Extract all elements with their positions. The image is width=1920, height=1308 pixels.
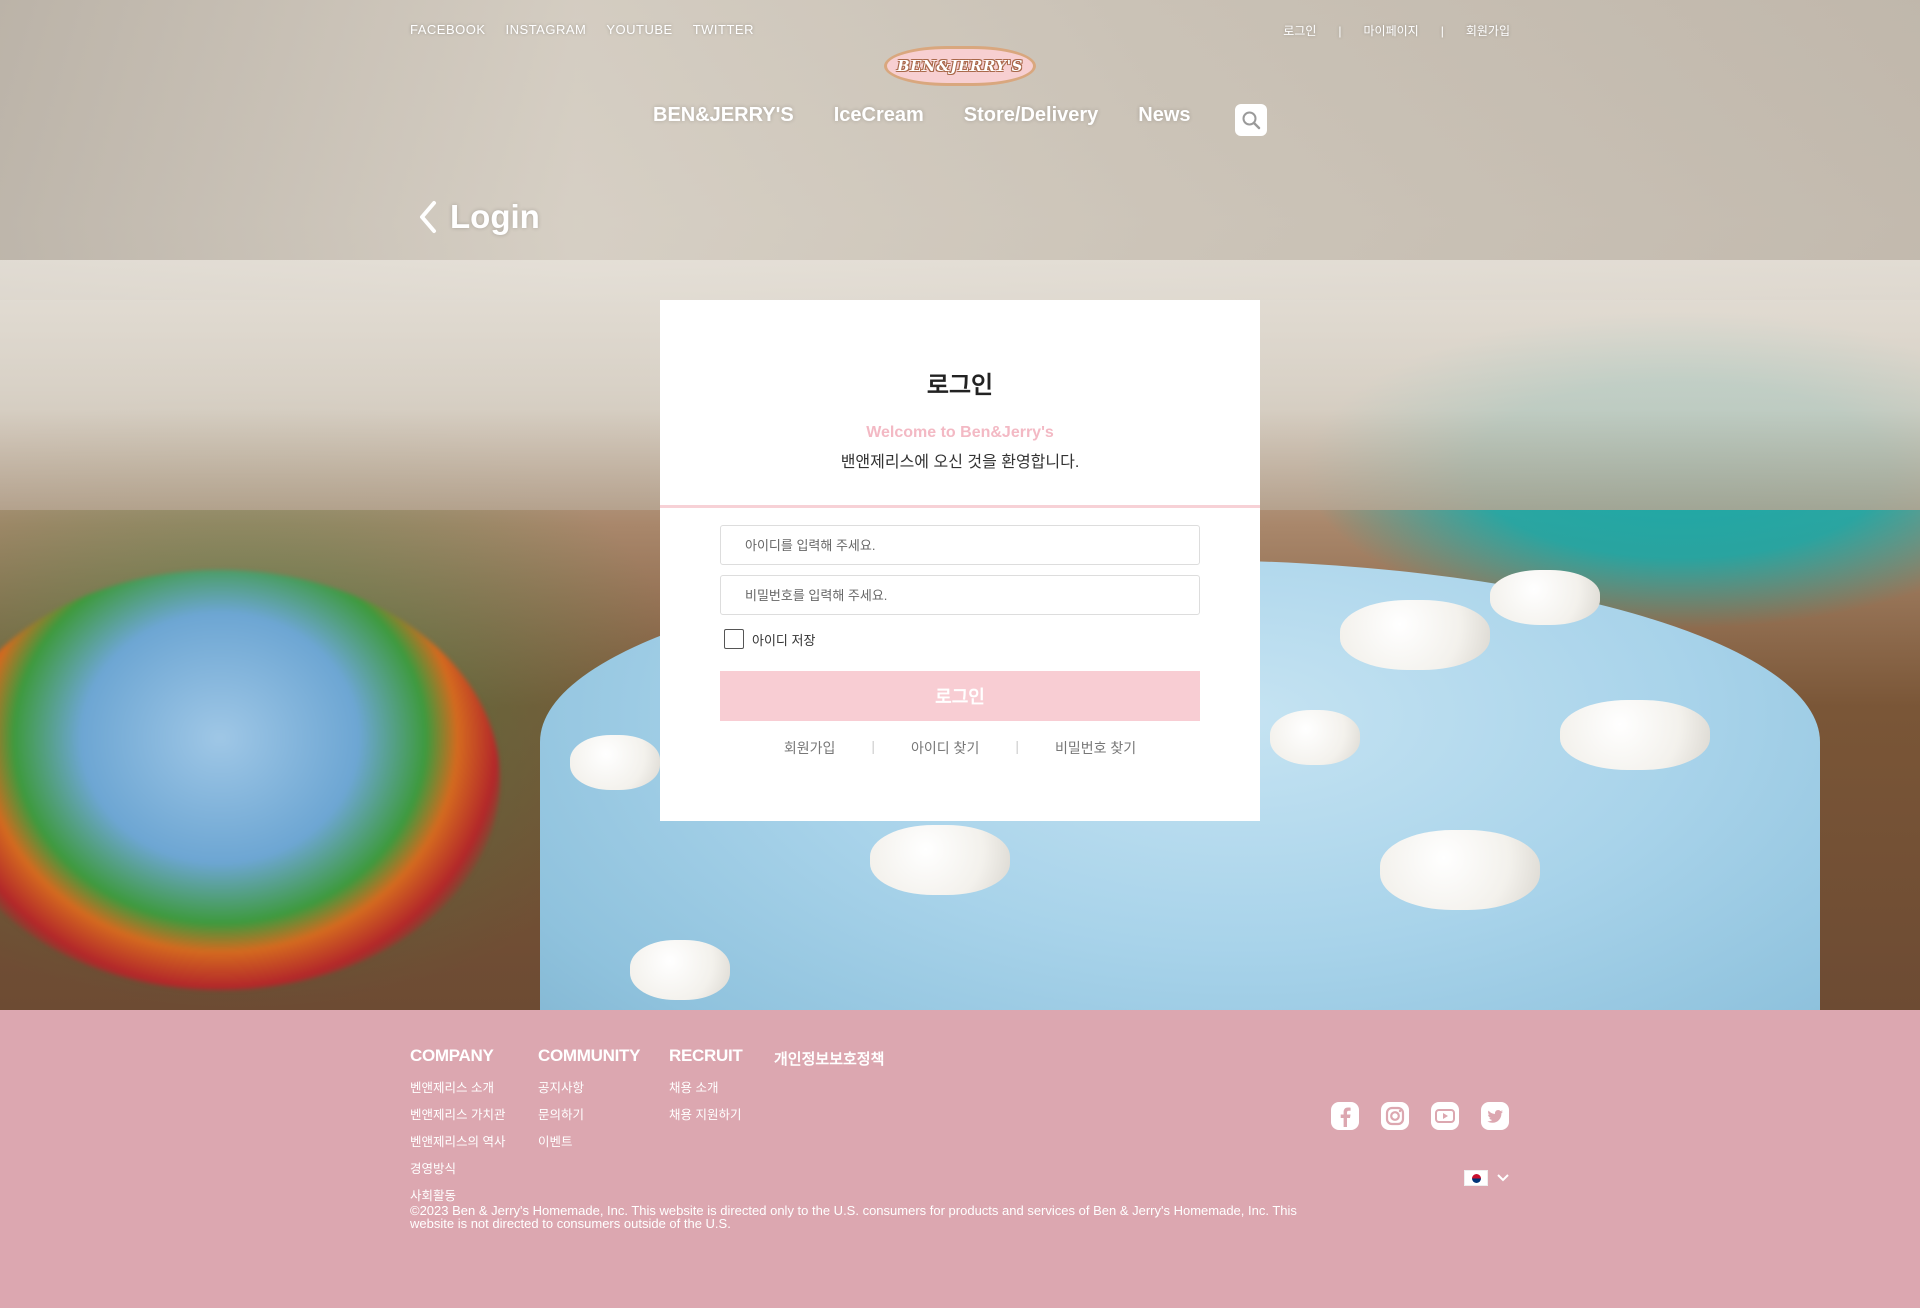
signup-link[interactable]: 회원가입 bbox=[784, 738, 836, 758]
link-separator: | bbox=[871, 738, 876, 754]
remember-id-checkbox[interactable] bbox=[724, 629, 744, 649]
korea-flag-icon bbox=[1464, 1170, 1488, 1186]
signup-link[interactable]: 회원가입 bbox=[1466, 22, 1510, 39]
cake-cream bbox=[1270, 710, 1360, 765]
footer-heading-community: COMMUNITY bbox=[538, 1046, 641, 1065]
instagram-icon[interactable] bbox=[1379, 1100, 1411, 1132]
login-form: 아이디 저장 로그인 회원가입 | 아이디 찾기 | 비밀번호 찾기 bbox=[660, 508, 1260, 758]
cake-cream bbox=[570, 735, 660, 790]
nav-item-news[interactable]: News bbox=[1138, 104, 1190, 127]
language-selector[interactable] bbox=[1464, 1170, 1510, 1186]
id-input[interactable] bbox=[720, 525, 1200, 565]
link-separator: | bbox=[1015, 738, 1019, 754]
brand-logo[interactable]: BEN&JERRY'S bbox=[884, 46, 1036, 86]
footer-sns-icons bbox=[1329, 1100, 1511, 1132]
top-util-links: 로그인 | 마이페이지 | 회원가입 bbox=[1283, 22, 1510, 39]
footer-link[interactable]: 벤앤제리스 소개 bbox=[410, 1077, 505, 1096]
util-separator: | bbox=[1440, 23, 1444, 38]
youtube-icon[interactable] bbox=[1429, 1100, 1461, 1132]
footer-link[interactable]: 채용 지원하기 bbox=[669, 1104, 742, 1123]
cake-cream bbox=[1490, 570, 1600, 625]
remember-id-label: 아이디 저장 bbox=[752, 632, 816, 648]
cake-cream bbox=[1340, 600, 1490, 670]
footer-link[interactable]: 벤앤제리스 가치관 bbox=[410, 1104, 505, 1123]
footer-link[interactable]: 경영방식 bbox=[410, 1158, 505, 1177]
youtube-link[interactable]: YOUTUBE bbox=[606, 22, 672, 37]
footer-heading-company: COMPANY bbox=[410, 1046, 494, 1065]
page-title-text: Login bbox=[450, 198, 540, 235]
twitter-icon[interactable] bbox=[1479, 1100, 1511, 1132]
facebook-icon[interactable] bbox=[1329, 1100, 1361, 1132]
privacy-policy-link[interactable]: 개인정보보호정책 bbox=[774, 1048, 884, 1069]
login-helper-links: 회원가입 | 아이디 찾기 | 비밀번호 찾기 bbox=[720, 738, 1200, 758]
footer-heading-recruit: RECRUIT bbox=[669, 1046, 743, 1065]
find-password-link[interactable]: 비밀번호 찾기 bbox=[1055, 738, 1136, 758]
util-separator: | bbox=[1338, 23, 1342, 38]
welcome-text: Welcome to Ben&Jerry's bbox=[866, 424, 1054, 441]
login-heading: 로그인 bbox=[926, 372, 994, 399]
nav-item-brand[interactable]: BEN&JERRY'S bbox=[653, 104, 794, 127]
search-icon bbox=[1242, 111, 1261, 130]
nav-item-icecream[interactable]: IceCream bbox=[834, 104, 924, 127]
cake-cream bbox=[1560, 700, 1710, 770]
top-social-links: FACEBOOK INSTAGRAM YOUTUBE TWITTER bbox=[410, 22, 754, 37]
chevron-down-icon bbox=[1497, 1174, 1509, 1182]
twitter-link[interactable]: TWITTER bbox=[693, 22, 754, 37]
logo-text: BEN&JERRY'S bbox=[897, 57, 1023, 75]
mypage-link[interactable]: 마이페이지 bbox=[1364, 22, 1419, 39]
remember-id: 아이디 저장 bbox=[724, 629, 1200, 649]
copyright-text: ©2023 Ben & Jerry's Homemade, Inc. This … bbox=[410, 1203, 1297, 1231]
password-input[interactable] bbox=[720, 575, 1200, 615]
footer-company: COMPANY 벤앤제리스 소개 벤앤제리스 가치관 벤앤제리스의 역사 경영방… bbox=[410, 1046, 505, 1212]
welcome-subtitle: 밴앤제리스에 오신 것을 환영합니다. bbox=[840, 454, 1080, 471]
footer-link[interactable]: 문의하기 bbox=[538, 1104, 640, 1123]
page-title[interactable]: Login bbox=[418, 198, 540, 236]
login-submit-button[interactable]: 로그인 bbox=[720, 671, 1200, 721]
cake-cream bbox=[870, 825, 1010, 895]
login-link[interactable]: 로그인 bbox=[1283, 22, 1316, 39]
login-card: 로그인 Welcome to Ben&Jerry's 밴앤제리스에 오신 것을 … bbox=[660, 300, 1260, 821]
footer-link[interactable]: 공지사항 bbox=[538, 1077, 640, 1096]
find-id-link[interactable]: 아이디 찾기 bbox=[911, 738, 979, 758]
footer-link[interactable]: 이벤트 bbox=[538, 1131, 640, 1150]
facebook-link[interactable]: FACEBOOK bbox=[410, 22, 486, 37]
footer-link[interactable]: 사회활동 bbox=[410, 1185, 505, 1204]
login-card-header: 로그인 Welcome to Ben&Jerry's 밴앤제리스에 오신 것을 … bbox=[660, 300, 1260, 508]
footer-link[interactable]: 벤앤제리스의 역사 bbox=[410, 1131, 505, 1150]
chevron-left-icon bbox=[420, 201, 436, 233]
background-plates bbox=[0, 570, 500, 990]
site-footer: COMPANY 벤앤제리스 소개 벤앤제리스 가치관 벤앤제리스의 역사 경영방… bbox=[0, 1010, 1920, 1308]
instagram-link[interactable]: INSTAGRAM bbox=[506, 22, 587, 37]
search-button[interactable] bbox=[1235, 104, 1267, 136]
footer-link[interactable]: 채용 소개 bbox=[669, 1077, 742, 1096]
background-wall bbox=[0, 0, 1920, 300]
footer-recruit: RECRUIT 채용 소개 채용 지원하기 bbox=[669, 1046, 743, 1131]
cake-cream bbox=[630, 940, 730, 1000]
main-nav: BEN&JERRY'S IceCream Store/Delivery News bbox=[653, 104, 1191, 127]
nav-item-store[interactable]: Store/Delivery bbox=[964, 104, 1099, 127]
cake-cream bbox=[1380, 830, 1540, 910]
footer-community: COMMUNITY 공지사항 문의하기 이벤트 bbox=[538, 1046, 640, 1158]
